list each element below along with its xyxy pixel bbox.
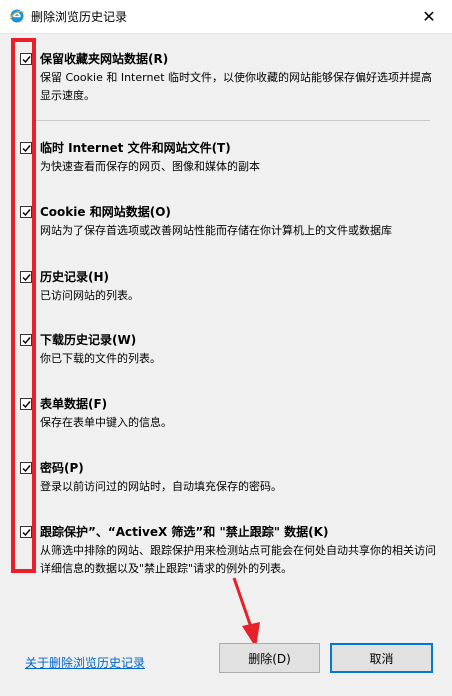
checkmark-icon — [22, 209, 31, 217]
option-description: 你已下载的文件的列表。 — [40, 352, 161, 365]
checkbox-passwords[interactable] — [20, 462, 32, 474]
option-title: 保留收藏夹网站数据(R) — [40, 52, 169, 66]
checkbox-preserve-favorites[interactable] — [20, 53, 32, 65]
checkmark-icon — [22, 401, 31, 409]
separator — [36, 120, 430, 121]
dialog-content: 保留收藏夹网站数据(R) 保留 Cookie 和 Internet 临时文件，以… — [0, 34, 452, 696]
option-title: 跟踪保护”、“ActiveX 筛选”和 "禁止跟踪" 数据(K) — [40, 525, 329, 539]
option-title: 下载历史记录(W) — [40, 333, 137, 347]
checkbox-cookies[interactable] — [20, 206, 32, 218]
checkmark-icon — [22, 274, 31, 282]
window-title: 删除浏览历史记录 — [31, 10, 128, 24]
about-deleting-history-link[interactable]: 关于删除浏览历史记录 — [25, 654, 145, 671]
option-description: 为快速查看而保存的网页、图像和媒体的副本 — [40, 160, 260, 173]
checkbox-form-data[interactable] — [20, 398, 32, 410]
option-description: 从筛选中排除的网站、跟踪保护用来检测站点可能会在何处自动共享你的相关访问详细信息… — [40, 544, 436, 575]
delete-button[interactable]: 删除(D) — [219, 643, 320, 673]
checkbox-history[interactable] — [20, 271, 32, 283]
option-title: 密码(P) — [40, 461, 84, 475]
highlight-box — [11, 38, 36, 573]
option-description: 登录以前访问过的网站时，自动填充保存的密码。 — [40, 480, 282, 493]
option-title: 临时 Internet 文件和网站文件(T) — [40, 141, 231, 155]
option-description: 网站为了保存首选项或改善网站性能而存储在你计算机上的文件或数据库 — [40, 224, 392, 237]
internet-explorer-icon — [9, 9, 24, 23]
checkbox-tracking-protection[interactable] — [20, 526, 32, 538]
option-title: Cookie 和网站数据(O) — [40, 205, 171, 219]
checkmark-icon — [22, 337, 31, 345]
option-title: 表单数据(F) — [40, 397, 108, 411]
cancel-button[interactable]: 取消 — [330, 643, 433, 673]
arrow-annotation-icon — [232, 577, 260, 648]
checkbox-temp-files[interactable] — [20, 142, 32, 154]
close-button[interactable]: ✕ — [406, 0, 452, 33]
option-title: 历史记录(H) — [40, 270, 110, 284]
option-description: 保存在表单中键入的信息。 — [40, 416, 172, 429]
close-icon: ✕ — [422, 7, 436, 26]
title-bar: 删除浏览历史记录 ✕ — [0, 0, 452, 34]
checkmark-icon — [22, 529, 31, 537]
checkmark-icon — [22, 56, 31, 64]
option-description: 保留 Cookie 和 Internet 临时文件，以使你收藏的网站能够保存偏好… — [40, 71, 432, 102]
checkmark-icon — [22, 145, 31, 153]
option-description: 已访问网站的列表。 — [40, 289, 139, 302]
checkmark-icon — [22, 465, 31, 473]
checkbox-download-history[interactable] — [20, 334, 32, 346]
